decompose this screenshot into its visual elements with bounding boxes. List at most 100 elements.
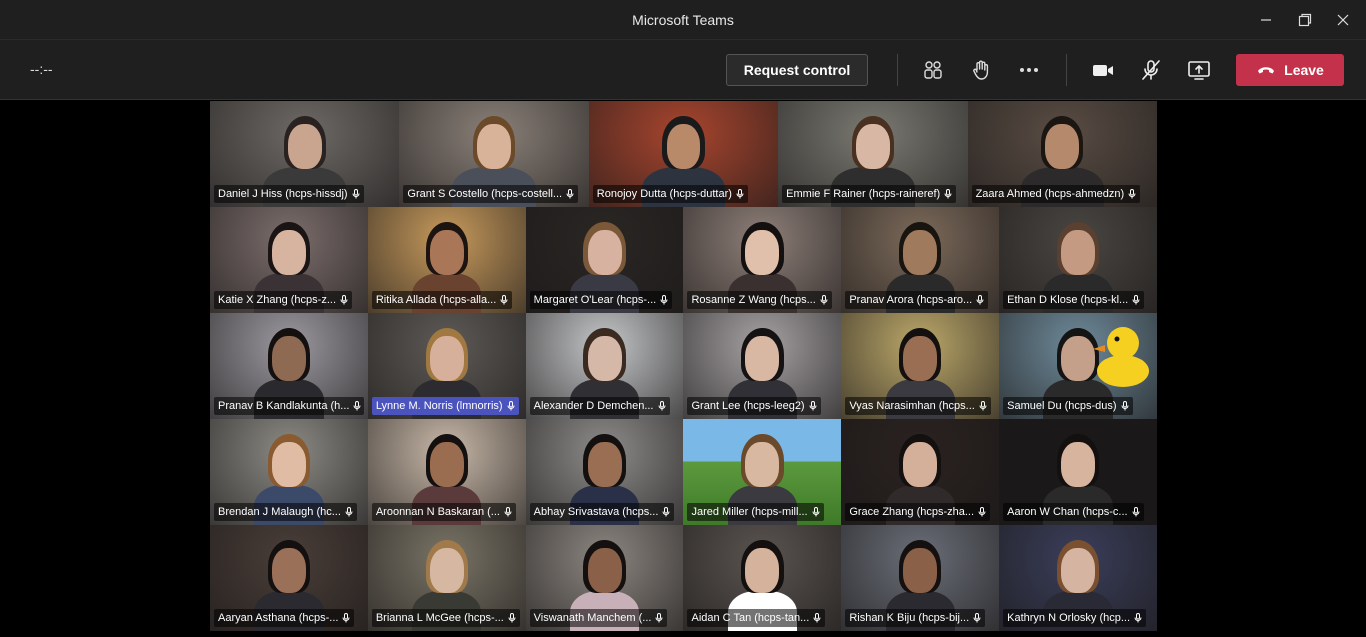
participant-nameplate: Zaara Ahmed (hcps-ahmedzn): [971, 185, 1141, 203]
close-icon: [1337, 14, 1349, 26]
participant-face: [587, 230, 622, 275]
participant-video-tile[interactable]: Aaron W Chan (hcps-c...: [999, 419, 1157, 525]
participant-name: Grace Zhang (hcps-zha...: [849, 506, 975, 518]
mic-icon: [340, 295, 348, 305]
raise-hand-button[interactable]: [963, 52, 999, 88]
participant-face: [271, 230, 306, 275]
participant-video-tile[interactable]: Ronojoy Dutta (hcps-duttar): [588, 101, 779, 207]
camera-button[interactable]: [1085, 52, 1121, 88]
participant-name: Kathryn N Orlosky (hcp...: [1007, 612, 1131, 624]
participant-video-tile[interactable]: Rosanne Z Wang (hcps...: [683, 207, 842, 313]
participant-face: [271, 548, 306, 593]
participant-name: Katie X Zhang (hcps-z...: [218, 294, 336, 306]
mic-icon: [1134, 613, 1142, 623]
participant-video-tile[interactable]: Katie X Zhang (hcps-z...: [210, 207, 368, 313]
participant-video-tile[interactable]: Grant S Costello (hcps-costell...: [399, 101, 589, 207]
participant-video-tile[interactable]: Pranav B Kandlakunta (h...: [210, 313, 368, 419]
participant-video-tile[interactable]: Viswanath Manchem (...: [525, 525, 684, 631]
participant-name: Ronojoy Dutta (hcps-duttar): [596, 188, 732, 200]
participant-video-tile[interactable]: Ethan D Klose (hcps-kl...: [999, 207, 1157, 313]
participant-name: Daniel J Hiss (hcps-hissdj): [218, 188, 348, 200]
mic-indicator: [1128, 189, 1136, 199]
participant-video-tile[interactable]: Grace Zhang (hcps-zha...: [841, 419, 1000, 525]
participant-name: Aaron W Chan (hcps-c...: [1007, 506, 1128, 518]
participant-video-tile[interactable]: Aaryan Asthana (hcps-...: [210, 525, 368, 631]
participant-nameplate: Ronojoy Dutta (hcps-duttar): [592, 185, 748, 203]
mic-icon: [944, 189, 952, 199]
mic-icon: [660, 295, 668, 305]
participant-video-tile[interactable]: Lynne M. Norris (lmnorris): [367, 313, 526, 419]
participant-row: Brendan J Malaugh (hc... Aroonnan N Baska…: [210, 419, 1157, 525]
participant-nameplate: Brianna L McGee (hcps-...: [371, 609, 520, 627]
participant-name: Lynne M. Norris (lmnorris): [375, 400, 503, 412]
meeting-toolbar: --:-- Request control Leave: [0, 40, 1366, 100]
mic-icon: [352, 189, 360, 199]
participant-nameplate: Grant S Costello (hcps-costell...: [403, 185, 579, 203]
mic-indicator: [345, 507, 353, 517]
participant-video-tile[interactable]: Samuel Du (hcps-dus): [999, 313, 1157, 419]
participant-video-tile[interactable]: Zaara Ahmed (hcps-ahmedzn): [967, 101, 1157, 207]
participant-video-tile[interactable]: Brendan J Malaugh (hc...: [210, 419, 368, 525]
participant-name: Vyas Narasimhan (hcps...: [849, 400, 975, 412]
participant-face: [429, 336, 464, 381]
title-bar: Microsoft Teams: [0, 0, 1366, 40]
participant-face: [745, 548, 780, 593]
participant-row: Katie X Zhang (hcps-z... Ritika Allada (h…: [210, 207, 1157, 313]
mic-indicator: [1132, 507, 1140, 517]
participant-nameplate: Margaret O'Lear (hcps-...: [529, 291, 673, 309]
participant-video-tile[interactable]: Aroonnan N Baskaran (...: [367, 419, 526, 525]
participant-video-tile[interactable]: Ritika Allada (hcps-alla...: [367, 207, 526, 313]
participant-face: [429, 230, 464, 275]
participant-face: [903, 230, 938, 275]
participant-video-tile[interactable]: Jared Miller (hcps-mill...: [683, 419, 842, 525]
participant-nameplate: Pranav Arora (hcps-aro...: [845, 291, 989, 309]
mute-button[interactable]: [1133, 52, 1169, 88]
participant-video-tile[interactable]: Emmie F Rainer (hcps-raineref): [778, 101, 968, 207]
participant-nameplate: Ethan D Klose (hcps-kl...: [1003, 291, 1145, 309]
participant-name: Rosanne Z Wang (hcps...: [691, 294, 816, 306]
participant-name: Zaara Ahmed (hcps-ahmedzn): [975, 188, 1125, 200]
leave-label: Leave: [1284, 62, 1324, 78]
participant-nameplate: Jared Miller (hcps-mill...: [687, 503, 824, 521]
participant-face: [1061, 230, 1095, 275]
participant-name: Jared Miller (hcps-mill...: [691, 506, 808, 518]
participant-face: [429, 548, 464, 593]
participant-face: [587, 442, 622, 487]
participant-video-tile[interactable]: Margaret O'Lear (hcps-...: [525, 207, 684, 313]
share-screen-button[interactable]: [1181, 52, 1217, 88]
participant-video-tile[interactable]: Kathryn N Orlosky (hcp...: [999, 525, 1157, 631]
mic-indicator: [1121, 401, 1129, 411]
mic-indicator: [500, 295, 508, 305]
participant-video-tile[interactable]: Pranav Arora (hcps-aro...: [841, 207, 1000, 313]
mic-icon: [345, 507, 353, 517]
participant-name: Pranav Arora (hcps-aro...: [849, 294, 973, 306]
participant-video-tile[interactable]: Aidan C Tan (hcps-tan...: [683, 525, 842, 631]
participant-name: Aroonnan N Baskaran (...: [375, 506, 500, 518]
more-actions-button[interactable]: [1011, 52, 1047, 88]
mic-icon: [979, 401, 987, 411]
hand-icon: [973, 60, 989, 80]
participant-video-tile[interactable]: Daniel J Hiss (hcps-hissdj): [210, 101, 400, 207]
mic-icon: [976, 295, 984, 305]
participant-name: Aaryan Asthana (hcps-...: [218, 612, 339, 624]
participant-face: [1045, 124, 1080, 169]
mic-indicator: [820, 295, 828, 305]
participant-name: Grant Lee (hcps-leeg2): [691, 400, 805, 412]
participant-nameplate: Abhay Srivastava (hcps...: [529, 503, 675, 521]
participant-video-tile[interactable]: Rishan K Biju (hcps-bij...: [841, 525, 1000, 631]
mic-icon: [809, 401, 817, 411]
participant-name: Ethan D Klose (hcps-kl...: [1007, 294, 1129, 306]
participant-video-tile[interactable]: Vyas Narasimhan (hcps...: [841, 313, 1000, 419]
leave-button[interactable]: Leave: [1236, 54, 1344, 86]
close-button[interactable]: [1320, 0, 1366, 40]
participant-name: Viswanath Manchem (...: [533, 612, 652, 624]
participant-video-tile[interactable]: Brianna L McGee (hcps-...: [367, 525, 526, 631]
request-control-button[interactable]: Request control: [726, 54, 868, 86]
participant-nameplate: Vyas Narasimhan (hcps...: [845, 397, 991, 415]
participant-video-tile[interactable]: Alexander D Demchen...: [525, 313, 684, 419]
participant-name: Samuel Du (hcps-dus): [1007, 400, 1117, 412]
participant-video-tile[interactable]: Abhay Srivastava (hcps...: [525, 419, 684, 525]
participant-name: Rishan K Biju (hcps-bij...: [849, 612, 970, 624]
participants-button[interactable]: [915, 52, 951, 88]
participant-video-tile[interactable]: Grant Lee (hcps-leeg2): [683, 313, 842, 419]
